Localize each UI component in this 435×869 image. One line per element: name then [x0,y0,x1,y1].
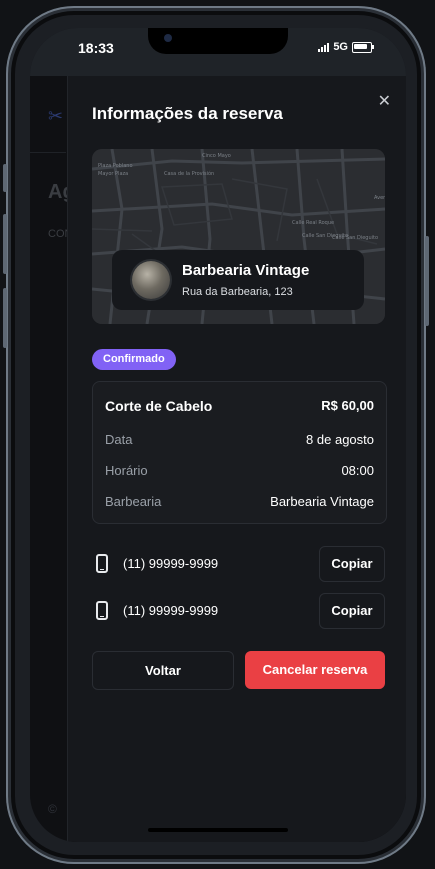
back-button[interactable]: Voltar [92,651,234,690]
barbershop-address: Rua da Barbearia, 123 [182,286,293,298]
phone-row: (11) 99999-9999 Copiar [92,593,385,629]
header-divider [30,152,66,153]
status-icons: 5G [318,41,374,53]
status-time: 18:33 [78,40,114,56]
booking-summary-card: Corte de Cabelo R$ 60,00 Data 8 de agost… [92,381,387,524]
smartphone-icon [96,601,108,620]
home-indicator[interactable] [148,828,288,832]
copy-phone-button[interactable]: Copiar [319,546,385,582]
map-street-label: Cinco Mayo [202,153,231,159]
barbershop-name: Barbearia Vintage [182,262,310,279]
phone-row: (11) 99999-9999 Copiar [92,546,385,582]
map-street-label: Casa de la Provisión [164,170,214,177]
status-bar: 18:33 5G [30,28,406,76]
sheet-title: Informações da reserva [92,104,283,123]
barbershop-avatar [132,261,170,299]
signal-icon [318,42,330,52]
phone-screen: ✂ Ag CON © 18:33 5G ✕ Informações da res… [30,28,406,842]
map-view[interactable]: Cinco Mayo Casa de la Provisión Plaza Pobl… [92,149,385,324]
date-label: Data [105,432,133,447]
camera-icon [164,34,172,42]
phone-number: (11) 99999-9999 [123,603,219,618]
phone-number: (11) 99999-9999 [123,556,219,571]
battery-icon [352,41,374,53]
map-street-label: Plaza Poblano [98,163,133,169]
service-price: R$ 60,00 [321,398,374,413]
status-badge: Confirmado [92,349,176,370]
map-street-label: Calle San Dieguito [332,235,378,241]
close-icon[interactable]: ✕ [378,91,391,111]
mute-switch [3,164,7,192]
time-label: Horário [105,463,148,478]
power-button [425,236,429,326]
date-value: 8 de agosto [306,432,374,447]
time-value: 08:00 [341,463,374,478]
map-street-label: Calle Real Roque [292,220,334,226]
network-label: 5G [333,41,348,53]
volume-down-button [3,288,7,348]
smartphone-icon [96,554,108,573]
volume-up-button [3,214,7,274]
barbershop-label: Barbearia [105,494,162,509]
copy-phone-button[interactable]: Copiar [319,593,385,629]
service-name: Corte de Cabelo [105,398,213,414]
barbershop-card: Barbearia Vintage Rua da Barbearia, 123 [112,250,364,310]
booking-details-sheet: ✕ Informações da reserva Cinco Mayo Casa… [67,76,406,842]
scissors-icon: ✂ [48,106,64,126]
cancel-booking-button[interactable]: Cancelar reserva [245,651,385,689]
map-street-label: Avenida Central [374,195,385,201]
copyright-icon: © [48,802,57,816]
barbershop-value: Barbearia Vintage [270,494,374,509]
map-street-label: Mayor Plaza [98,171,128,177]
